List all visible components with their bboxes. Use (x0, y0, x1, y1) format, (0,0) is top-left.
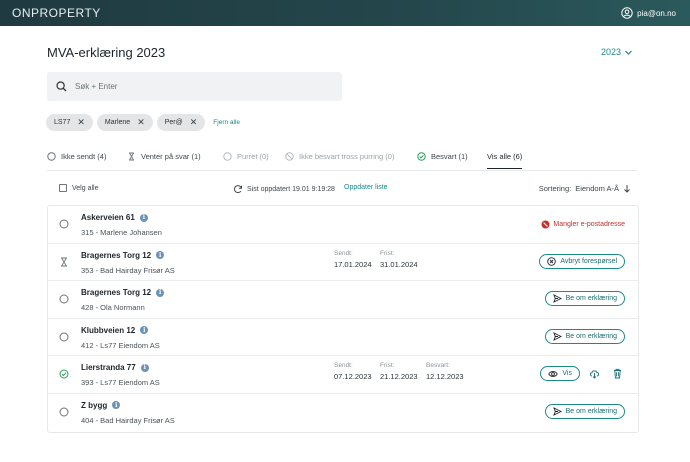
deadline-date: Frist: 21.12.2023 (380, 362, 418, 382)
refresh-icon (234, 185, 242, 194)
year-value: 2023 (601, 47, 622, 57)
property-name: Lierstranda 77 i (81, 363, 149, 372)
circle-icon[interactable] (59, 294, 69, 304)
clear-filters-link[interactable]: Fjern alle (213, 119, 240, 126)
property-list: Askerveien 61 i 315 - Marlene Johansen Ma… (47, 205, 639, 433)
close-icon[interactable]: ✕ (137, 118, 145, 127)
hourglass-icon (61, 257, 67, 267)
last-updated: Sist oppdatert 19.01 9:19:28 (233, 184, 335, 194)
check-circle-icon (417, 152, 426, 161)
list-toolbar: Velg alle Sist oppdatert 19.01 9:19:28 O… (47, 182, 637, 196)
property-name: Bragernes Torg 12 i (81, 288, 165, 297)
info-icon[interactable]: i (140, 363, 149, 372)
eye-icon (548, 371, 559, 377)
info-icon[interactable]: i (156, 251, 165, 260)
tab-reminded[interactable]: Purret (0) (223, 152, 269, 161)
send-icon (552, 294, 562, 304)
property-name: Z bygg i (81, 401, 121, 410)
circle-icon[interactable] (59, 332, 69, 342)
circle-icon[interactable] (59, 407, 69, 417)
sent-date: Sendt: 17.01.2024 (334, 249, 372, 269)
status-tabs: Ikke sendt (4) Venter på svar (1) Purret… (47, 148, 637, 171)
filter-chip[interactable]: Per@ ✕ (156, 114, 206, 131)
info-icon[interactable]: i (139, 213, 148, 222)
circle-icon[interactable] (59, 219, 69, 229)
close-icon[interactable]: ✕ (77, 118, 85, 127)
missing-email-warning: Mangler e-postadresse (541, 220, 625, 229)
cancel-circle-icon (547, 256, 557, 266)
filter-chips: LS77 ✕ Marlene ✕ Per@ ✕ Fjern alle (46, 114, 240, 131)
property-owner: 353 - Bad Hairday Frisør AS (81, 265, 175, 275)
filter-chip[interactable]: Marlene ✕ (96, 114, 153, 131)
trash-icon[interactable] (612, 368, 623, 379)
list-item[interactable]: Bragernes Torg 12 i 428 - Ola Normann Be … (48, 281, 638, 319)
search-box[interactable] (47, 72, 342, 101)
request-declaration-button[interactable]: Be om erklæring (544, 291, 625, 307)
filter-chip[interactable]: LS77 ✕ (46, 114, 93, 131)
arrow-down-icon (624, 185, 630, 193)
sort-control[interactable]: Sortering: Eiendom A-Å (539, 184, 631, 193)
info-icon[interactable]: i (112, 401, 121, 410)
tab-answered[interactable]: Besvart (1) (417, 152, 468, 161)
property-owner: 404 - Bad Hairday Frisør AS (81, 415, 175, 425)
property-name: Askerveien 61 i (81, 213, 148, 222)
search-input[interactable] (75, 82, 315, 91)
request-declaration-button[interactable]: Be om erklæring (544, 328, 625, 344)
request-declaration-button[interactable]: Be om erklæring (544, 403, 625, 419)
list-item[interactable]: Askerveien 61 i 315 - Marlene Johansen Ma… (48, 206, 638, 244)
list-item[interactable]: Z bygg i 404 - Bad Hairday Frisør AS Be o… (48, 394, 638, 432)
circle-icon (47, 152, 56, 161)
view-button[interactable]: Vis (540, 366, 580, 382)
user-icon (621, 7, 633, 19)
property-owner: 412 - Ls77 Eiendom AS (81, 340, 160, 350)
check-circle-icon (59, 369, 69, 379)
circle-icon (223, 152, 232, 161)
tab-not-answered[interactable]: Ikke besvart tross purring (0) (285, 152, 394, 161)
property-owner: 315 - Marlene Johansen (81, 228, 162, 237)
top-bar: ONPROPERTY pia@on.no (0, 0, 690, 26)
send-icon (552, 331, 562, 341)
answered-date: Besvart: 12.12.2023 (426, 362, 464, 382)
refresh-list-link[interactable]: Oppdater liste (344, 184, 388, 191)
slashed-circle-icon (285, 152, 294, 161)
chevron-down-icon (625, 50, 632, 55)
deadline-date: Frist: 31.01.2024 (380, 249, 418, 269)
year-select[interactable]: 2023 (601, 47, 633, 57)
hourglass-icon (129, 152, 134, 161)
tab-not-sent[interactable]: Ikke sendt (4) (47, 152, 106, 161)
blocked-icon (541, 220, 550, 229)
select-all-checkbox[interactable] (59, 184, 67, 192)
tab-show-all[interactable]: Vis alle (6) (487, 152, 523, 169)
property-name: Klubbveien 12 i (81, 326, 149, 335)
user-menu[interactable]: pia@on.no (621, 7, 676, 19)
app-logo[interactable]: ONPROPERTY (12, 6, 101, 20)
close-icon[interactable]: ✕ (190, 118, 198, 127)
property-owner: 428 - Ola Normann (81, 303, 145, 313)
list-item[interactable]: Lierstranda 77 i 393 - Ls77 Eiendom AS Se… (48, 356, 638, 394)
user-email: pia@on.no (637, 8, 676, 18)
tab-waiting[interactable]: Venter på svar (1) (127, 152, 201, 161)
cancel-request-button[interactable]: Avbryt forespørsel (539, 253, 625, 269)
cloud-download-icon[interactable] (589, 368, 600, 379)
send-icon (552, 407, 562, 416)
search-icon (56, 81, 67, 92)
info-icon[interactable]: i (140, 326, 149, 335)
sent-date: Sendt: 07.12.2023 (334, 362, 372, 382)
property-name: Bragernes Torg 12 i (81, 251, 165, 260)
info-icon[interactable]: i (156, 288, 165, 297)
list-item[interactable]: Bragernes Torg 12 i 353 - Bad Hairday Fri… (48, 244, 638, 282)
page-title: MVA-erklæring 2023 (47, 45, 166, 60)
list-item[interactable]: Klubbveien 12 i 412 - Ls77 Eiendom AS Be … (48, 319, 638, 357)
select-all[interactable]: Velg alle (59, 184, 98, 192)
property-owner: 393 - Ls77 Eiendom AS (81, 378, 160, 388)
